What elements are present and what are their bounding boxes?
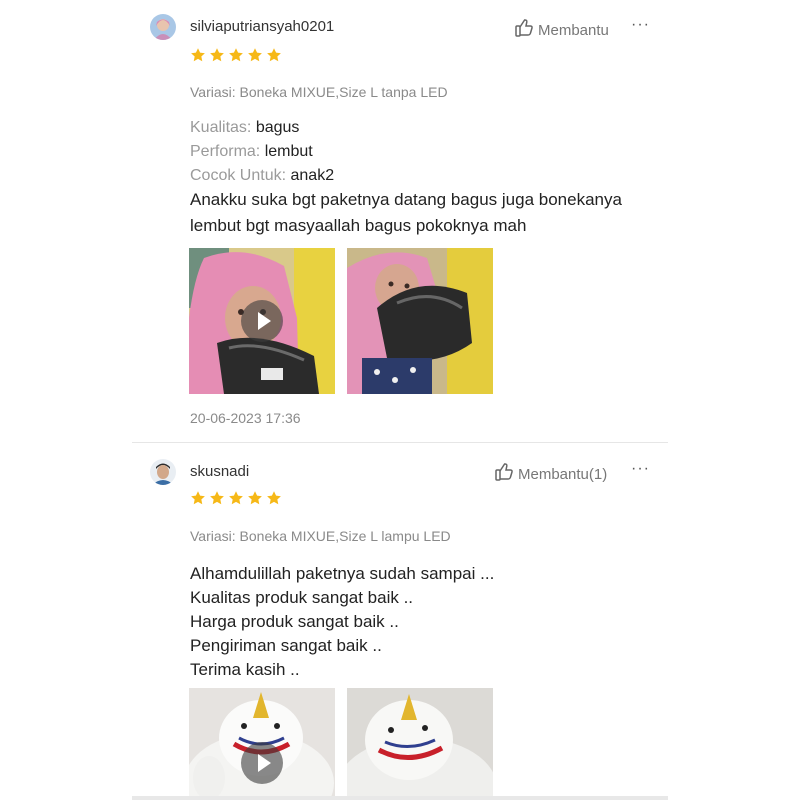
review-video-thumbnail[interactable]	[189, 688, 335, 796]
play-icon[interactable]	[241, 742, 283, 784]
review-photo-thumbnail[interactable]	[347, 688, 493, 796]
review-text-line: Kualitas produk sangat baik ..	[190, 588, 414, 607]
more-options-icon[interactable]: ···	[631, 16, 650, 34]
star-icon	[267, 491, 281, 505]
star-icon	[210, 48, 224, 62]
username[interactable]: skusnadi	[190, 463, 249, 480]
avatar[interactable]	[150, 459, 176, 485]
thumbs-up-icon	[514, 18, 534, 42]
more-options-icon[interactable]: ···	[631, 460, 650, 478]
attribute-value: bagus	[255, 119, 300, 136]
review-photo-thumbnail[interactable]	[347, 248, 493, 394]
attribute-key: Kualitas:	[190, 119, 252, 136]
review-card: skusnadi Membantu(1) ··· Variasi: Boneka…	[132, 443, 668, 800]
star-icon	[248, 491, 262, 505]
star-icon	[191, 48, 205, 62]
star-rating	[190, 490, 282, 506]
list-divider	[132, 796, 668, 800]
username[interactable]: silviaputriansyah0201	[190, 18, 334, 35]
star-icon	[191, 491, 205, 505]
attribute-value: lembut	[264, 143, 313, 160]
helpful-button[interactable]: Membantu	[514, 18, 609, 42]
attribute-performance: Performa: lembut	[190, 140, 313, 164]
review-text-line: Alhamdulillah paketnya sudah sampai ...	[190, 564, 495, 583]
review-video-thumbnail[interactable]	[189, 248, 335, 394]
attribute-key: Cocok Untuk:	[190, 167, 287, 184]
review-timestamp: 20-06-2023 17:36	[190, 410, 301, 426]
review-text-line: lembut bgt masyaallah bagus pokoknya mah	[190, 216, 527, 235]
review-text-line: Anakku suka bgt paketnya datang bagus ju…	[190, 190, 622, 209]
star-icon	[267, 48, 281, 62]
helpful-label: Membantu(1)	[518, 465, 608, 483]
helpful-label: Membantu	[538, 21, 609, 39]
star-icon	[210, 491, 224, 505]
review-card: silviaputriansyah0201 Membantu ··· Varia…	[132, 0, 668, 443]
attribute-value: anak2	[290, 167, 335, 184]
attribute-suitable-for: Cocok Untuk: anak2	[190, 164, 334, 188]
star-rating	[190, 47, 282, 63]
avatar[interactable]	[150, 14, 176, 40]
helpful-button[interactable]: Membantu(1)	[494, 462, 607, 486]
review-text-line: Harga produk sangat baik ..	[190, 612, 399, 631]
play-icon[interactable]	[241, 300, 283, 342]
attribute-key: Performa:	[190, 143, 261, 160]
star-icon	[248, 48, 262, 62]
review-text-line: Pengiriman sangat baik ..	[190, 636, 382, 655]
attribute-quality: Kualitas: bagus	[190, 116, 299, 140]
variation-text: Variasi: Boneka MIXUE,Size L tanpa LED	[190, 84, 448, 100]
review-text-line: Terima kasih ..	[190, 660, 300, 679]
star-icon	[229, 491, 243, 505]
variation-text: Variasi: Boneka MIXUE,Size L lampu LED	[190, 528, 451, 544]
thumbs-up-icon	[494, 462, 514, 486]
star-icon	[229, 48, 243, 62]
